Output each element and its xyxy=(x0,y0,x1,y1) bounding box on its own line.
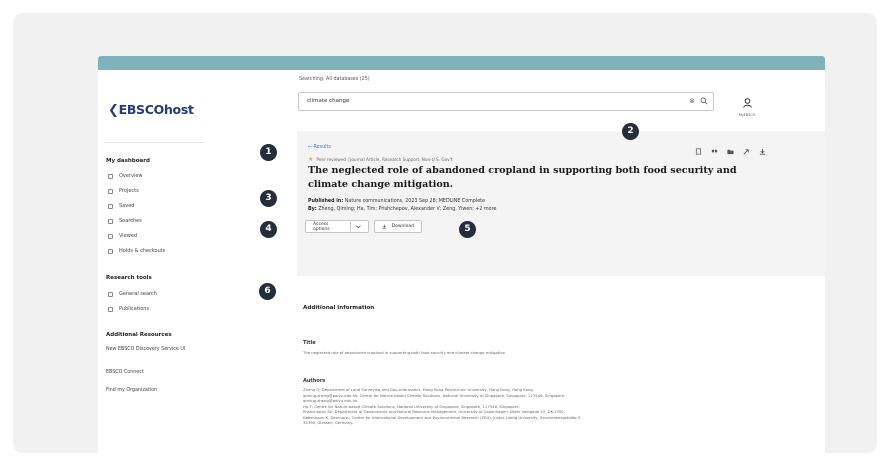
sidebar-heading-resources: Additional Resources xyxy=(106,332,172,338)
button-separator xyxy=(350,222,352,231)
viewed-icon xyxy=(108,233,113,239)
sidebar-item-label: Overview xyxy=(119,173,143,179)
resource-link-ebsco-connect[interactable]: EBSCO Connect xyxy=(106,370,198,377)
record-meta-text: Peer reviewed | Journal Article, Researc… xyxy=(316,157,453,162)
published-label: Published in: xyxy=(308,199,344,204)
record-toolbar xyxy=(695,148,766,155)
sidebar-item-holds[interactable]: Holds & checkouts xyxy=(108,248,165,254)
publication-info: Published in: Nature communications, 202… xyxy=(308,198,496,213)
resource-link-find-organization[interactable]: Find my Organization xyxy=(106,388,198,395)
record-meta: ★ Peer reviewed | Journal Article, Resear… xyxy=(308,156,452,163)
additional-information-heading: Additional information xyxy=(303,305,375,311)
callout-6: 6 xyxy=(259,283,276,300)
sidebar-item-saved[interactable]: Saved xyxy=(108,203,134,209)
user-caption: MyEBSCO xyxy=(738,113,756,117)
logo-text: EBSCOhost xyxy=(118,102,194,117)
sidebar: ❮EBSCOhost My dashboard Overview Project… xyxy=(98,70,210,454)
sidebar-heading-dashboard: My dashboard xyxy=(106,158,150,164)
sidebar-item-label: Viewed xyxy=(119,233,138,239)
sidebar-item-general-search[interactable]: General search xyxy=(108,291,157,297)
access-options-button[interactable]: Access options xyxy=(305,220,369,233)
record-detail-panel: ← Results ★ Peer reviewed | Journal Artic… xyxy=(297,131,825,276)
searches-icon xyxy=(108,218,113,224)
download-icon[interactable] xyxy=(759,148,766,155)
search-scope-label[interactable]: Searching: All databases (25) xyxy=(299,77,370,82)
download-button[interactable]: Download xyxy=(374,220,422,233)
clear-search-icon[interactable]: ⊗ xyxy=(689,97,695,105)
search-query: climate change xyxy=(307,98,350,104)
sidebar-item-label: Projects xyxy=(119,188,139,194)
download-label: Download xyxy=(391,224,414,229)
sidebar-divider xyxy=(104,142,204,143)
authors-heading: Authors xyxy=(303,378,326,384)
cite-icon[interactable] xyxy=(711,148,718,155)
title-text: The neglected role of abandoned cropland… xyxy=(303,350,507,355)
additional-information-section: Additional information Title The neglect… xyxy=(297,276,825,454)
sidebar-item-label: Saved xyxy=(119,203,135,209)
title-heading: Title xyxy=(303,340,316,346)
app-window: ❮EBSCOhost My dashboard Overview Project… xyxy=(98,56,825,454)
ebscohost-logo[interactable]: ❮EBSCOhost xyxy=(108,102,194,118)
callout-3: 3 xyxy=(260,190,277,207)
bookmark-icon[interactable] xyxy=(695,148,702,155)
sidebar-item-label: General search xyxy=(119,291,157,297)
logo-mark: ❮ xyxy=(108,103,119,118)
published-value[interactable]: Nature communications, 2023 Sep 28; MEDL… xyxy=(345,199,485,204)
resource-link-new-eds[interactable]: New EBSCO Discovery Service UI xyxy=(106,347,198,354)
callout-2: 2 xyxy=(622,123,639,140)
back-to-results-link[interactable]: ← Results xyxy=(308,145,331,150)
sidebar-item-projects[interactable]: Projects xyxy=(108,188,139,194)
sidebar-item-viewed[interactable]: Viewed xyxy=(108,233,137,239)
sidebar-item-label: Searches xyxy=(119,218,142,224)
user-icon xyxy=(742,98,752,108)
holds-icon xyxy=(108,248,113,254)
main-content: Searching: All databases (25) climate ch… xyxy=(210,70,825,454)
chevron-down-icon xyxy=(356,225,361,228)
callout-1: 1 xyxy=(260,144,277,161)
record-title: The neglected role of abandoned cropland… xyxy=(308,165,737,190)
folder-icon[interactable] xyxy=(727,148,734,155)
access-options-label: Access options xyxy=(313,221,330,232)
sidebar-item-overview[interactable]: Overview xyxy=(108,173,143,179)
by-label: By: xyxy=(308,206,317,212)
top-bar xyxy=(98,56,825,70)
published-in-line: Published in: Nature communications, 202… xyxy=(308,198,496,206)
download-icon xyxy=(382,224,387,229)
search-icon xyxy=(108,291,113,297)
callout-5: 5 xyxy=(459,221,476,238)
search-icon[interactable] xyxy=(700,97,708,105)
callout-4: 4 xyxy=(260,221,277,238)
screenshot-card: ❮EBSCOhost My dashboard Overview Project… xyxy=(13,13,877,454)
sidebar-item-publications[interactable]: Publications xyxy=(108,306,149,312)
projects-icon xyxy=(108,188,113,194)
saved-icon xyxy=(108,203,113,209)
search-input[interactable]: climate change ⊗ xyxy=(298,92,714,111)
sidebar-item-label: Holds & checkouts xyxy=(119,248,166,254)
sidebar-heading-research-tools: Research tools xyxy=(106,275,152,281)
authors-line: By: Zheng, Qiming; Ha, Tim; Prishchepov,… xyxy=(308,206,496,214)
authors-value[interactable]: Zheng, Qiming; Ha, Tim; Prishchepov, Ale… xyxy=(318,207,496,212)
share-icon[interactable] xyxy=(743,148,750,155)
publications-icon xyxy=(108,306,113,312)
user-account-button[interactable]: MyEBSCO xyxy=(738,93,756,117)
sidebar-item-label: Publications xyxy=(119,306,150,312)
peer-reviewed-star-icon: ★ xyxy=(308,156,314,163)
author-affiliation-line: 35390, Giessen, Germany. xyxy=(303,420,354,425)
overview-icon xyxy=(108,173,113,179)
sidebar-item-searches[interactable]: Searches xyxy=(108,218,142,224)
